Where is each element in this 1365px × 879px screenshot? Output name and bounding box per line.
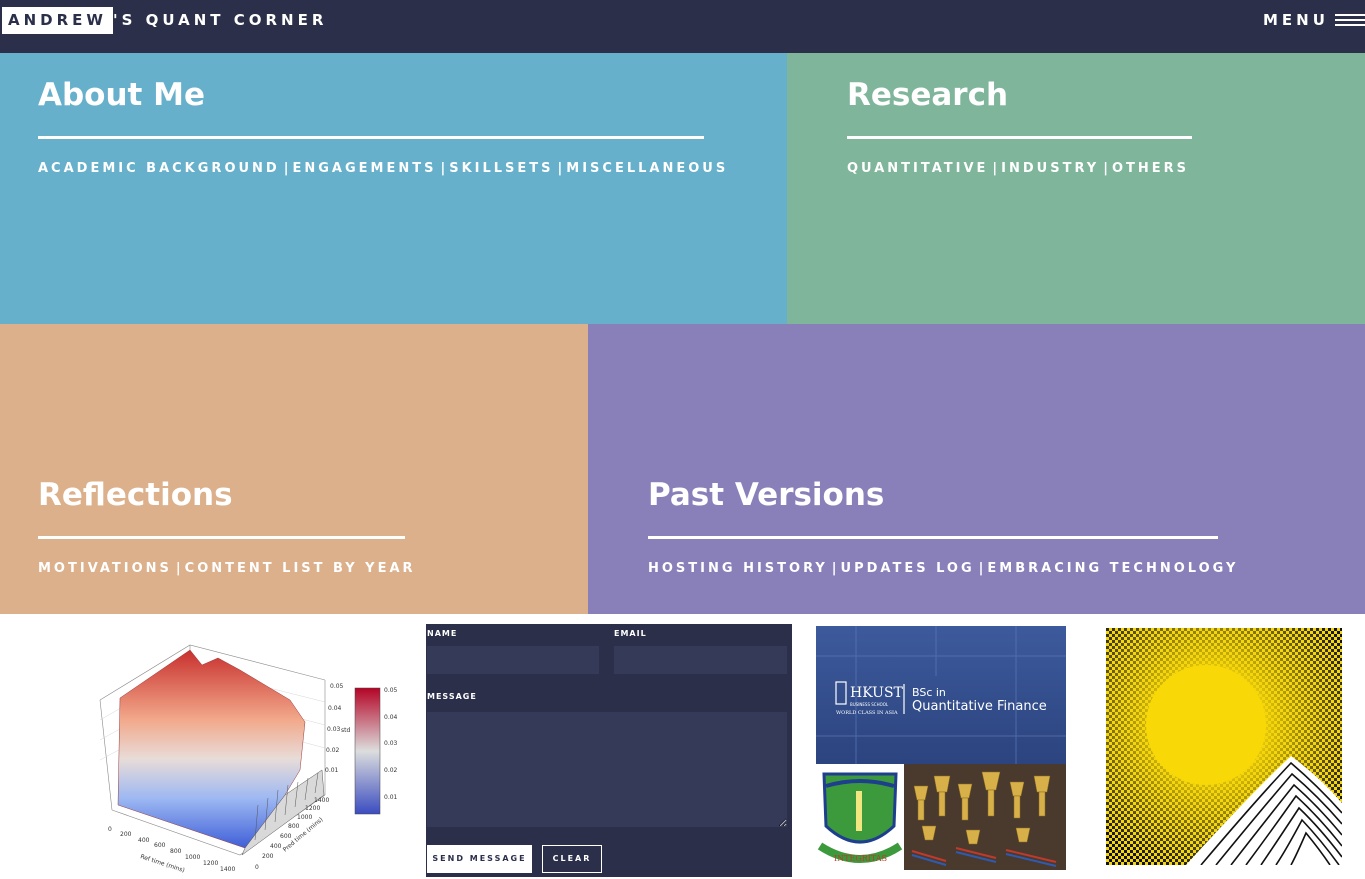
site-logo-box[interactable]: ANDREW — [2, 7, 113, 34]
link-engagements[interactable]: ENGAGEMENTS — [292, 161, 436, 176]
x-tick: 800 — [170, 848, 182, 855]
tile-reflections[interactable]: Reflections MOTIVATIONS | CONTENT LIST BY … — [0, 324, 588, 614]
tile-links-research: QUANTITATIVE | INDUSTRY | OTHERS — [847, 161, 1189, 176]
tile-divider — [38, 536, 405, 539]
message-textarea[interactable] — [427, 712, 787, 827]
crest-motto: INTEGRITAS — [834, 854, 887, 863]
tile-title-about-me[interactable]: About Me — [38, 77, 205, 113]
link-industry[interactable]: INDUSTRY — [1001, 161, 1099, 176]
hkust-name: HKUST — [850, 685, 904, 701]
tile-links-about-me: ACADEMIC BACKGROUND | ENGAGEMENTS | SKILLSET… — [38, 161, 728, 176]
link-separator: | — [557, 161, 563, 176]
y-tick: 800 — [288, 823, 300, 830]
tile-research[interactable]: Research QUANTITATIVE | INDUSTRY | OTHERS — [787, 53, 1365, 324]
y-tick: 1400 — [314, 797, 329, 804]
site-title[interactable]: 'S QUANT CORNER — [113, 7, 327, 34]
x-tick: 200 — [120, 831, 132, 838]
y-tick: 1000 — [297, 814, 312, 821]
link-separator: | — [283, 161, 289, 176]
sun-shape — [1146, 665, 1266, 785]
collage-graphic: HKUST BUSINESS SCHOOL WORLD CLASS IN ASI… — [816, 626, 1066, 870]
education-collage-thumbnail[interactable]: HKUST BUSINESS SCHOOL WORLD CLASS IN ASI… — [816, 626, 1066, 870]
tile-title-research[interactable]: Research — [847, 77, 1008, 113]
send-message-button[interactable]: SEND MESSAGE — [427, 845, 532, 873]
x-tick: 400 — [138, 837, 150, 844]
email-input[interactable] — [614, 646, 787, 674]
z-tick: 0.05 — [330, 683, 344, 690]
link-hosting-history[interactable]: HOSTING HISTORY — [648, 561, 828, 576]
link-separator: | — [440, 161, 446, 176]
y-tick: 400 — [270, 843, 282, 850]
program-line-1: BSc in — [912, 686, 946, 699]
tile-about-me[interactable]: About Me ACADEMIC BACKGROUND | ENGAGEMENTS… — [0, 53, 787, 324]
tile-divider — [38, 136, 704, 139]
link-miscellaneous[interactable]: MISCELLANEOUS — [566, 161, 728, 176]
name-input[interactable] — [427, 646, 599, 674]
colorbar-tick: 0.02 — [384, 767, 398, 774]
link-embracing-technology[interactable]: EMBRACING TECHNOLOGY — [987, 561, 1238, 576]
link-skillsets[interactable]: SKILLSETS — [449, 161, 553, 176]
colorbar-tick: 0.05 — [384, 687, 398, 694]
link-content-list-by-year[interactable]: CONTENT LIST BY YEAR — [185, 561, 416, 576]
link-updates-log[interactable]: UPDATES LOG — [841, 561, 975, 576]
link-separator: | — [978, 561, 984, 576]
z-tick: 0.04 — [328, 705, 342, 712]
x-tick: 600 — [154, 842, 166, 849]
tile-title-past-versions[interactable]: Past Versions — [648, 477, 884, 513]
pop-art-pattern-thumbnail[interactable] — [1106, 628, 1343, 866]
x-axis-label: Ref time (mins) — [139, 853, 185, 874]
colorbar-tick: 0.01 — [384, 794, 398, 801]
y-tick: 600 — [280, 833, 292, 840]
email-label: EMAIL — [614, 629, 647, 638]
tile-divider — [648, 536, 1218, 539]
z-axis-label: std — [341, 727, 350, 734]
link-others[interactable]: OTHERS — [1112, 161, 1189, 176]
z-tick: 0.02 — [326, 747, 340, 754]
colorbar — [354, 687, 381, 815]
surface-plot-graphic: 0.05 0.04 0.03 0.02 0.01 std 0 200 400 6… — [99, 644, 398, 874]
colorbar-tick: 0.04 — [384, 714, 398, 721]
x-tick: 0 — [108, 826, 112, 833]
tile-past-versions[interactable]: Past Versions HOSTING HISTORY | UPDATES LO… — [588, 324, 1365, 614]
y-tick: 1200 — [305, 805, 320, 812]
link-motivations[interactable]: MOTIVATIONS — [38, 561, 172, 576]
link-quantitative[interactable]: QUANTITATIVE — [847, 161, 988, 176]
y-tick: 200 — [262, 853, 274, 860]
z-tick: 0.03 — [327, 726, 341, 733]
halftone-sun-graphic — [1106, 628, 1343, 866]
link-separator: | — [175, 561, 181, 576]
colorbar-tick: 0.03 — [384, 740, 398, 747]
link-separator: | — [1103, 161, 1108, 176]
menu-button[interactable]: MENU — [1263, 7, 1329, 34]
tile-links-past-versions: HOSTING HISTORY | UPDATES LOG | EMBRACING TE… — [648, 561, 1238, 576]
x-tick: 1200 — [203, 860, 218, 867]
tile-title-reflections[interactable]: Reflections — [38, 477, 233, 513]
x-tick: 1000 — [185, 854, 200, 861]
top-navigation-bar: ANDREW 'S QUANT CORNER MENU — [0, 0, 1365, 53]
name-label: NAME — [427, 629, 458, 638]
hkust-sub: BUSINESS SCHOOL — [850, 702, 889, 707]
hamburger-menu-icon[interactable] — [1335, 14, 1365, 28]
tile-links-reflections: MOTIVATIONS | CONTENT LIST BY YEAR — [38, 561, 416, 576]
y-tick: 0 — [255, 864, 259, 871]
program-line-2: Quantitative Finance — [912, 699, 1047, 714]
link-separator: | — [992, 161, 998, 176]
surface-plot-thumbnail[interactable]: 0.05 0.04 0.03 0.02 0.01 std 0 200 400 6… — [90, 630, 410, 875]
message-label: MESSAGE — [427, 692, 477, 701]
tile-divider — [847, 136, 1192, 139]
hkust-tagline: WORLD CLASS IN ASIA — [836, 710, 898, 716]
x-tick: 1400 — [220, 866, 235, 873]
clear-button[interactable]: CLEAR — [542, 845, 602, 873]
link-academic-background[interactable]: ACADEMIC BACKGROUND — [38, 161, 280, 176]
link-separator: | — [831, 561, 837, 576]
z-tick: 0.01 — [325, 767, 339, 774]
contact-form: NAME EMAIL MESSAGE SEND MESSAGE CLEAR — [426, 624, 792, 877]
